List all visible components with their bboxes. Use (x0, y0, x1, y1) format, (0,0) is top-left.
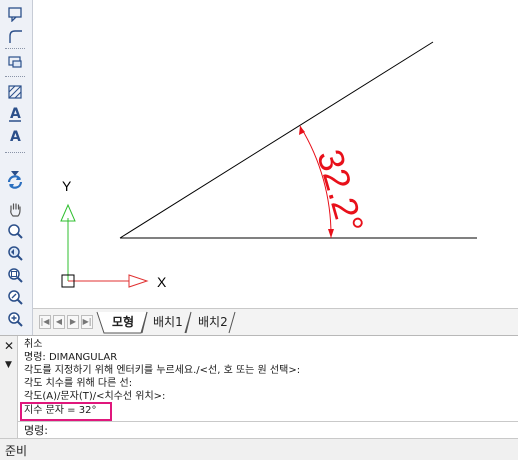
toolbar-separator (5, 48, 25, 49)
fillet-icon[interactable] (4, 26, 26, 46)
drawing-canvas[interactable]: 32.2° Y X (33, 0, 518, 308)
zoom-realtime-icon[interactable] (4, 221, 26, 241)
tab-model[interactable]: 모형 (112, 312, 134, 332)
command-history-line: 각도를 지정하기 위해 엔터키를 누르세요./<선, 호 또는 원 선택>: (24, 365, 301, 376)
status-text: 준비 (5, 444, 28, 458)
command-history-line: 취소 (24, 339, 43, 350)
tab-layout2[interactable]: 배치2 (198, 312, 228, 332)
status-bar: 준비 (0, 438, 518, 460)
ucs-y-label: Y (62, 178, 72, 194)
pan-hand-icon[interactable] (4, 199, 26, 219)
ucs-x-arrow (128, 274, 149, 288)
hatch-icon[interactable] (4, 82, 26, 102)
svg-text:A: A (10, 129, 21, 145)
svg-text:A: A (10, 106, 21, 122)
command-prompt-input[interactable]: 명령: (24, 425, 48, 437)
left-toolbar: A A (0, 0, 33, 335)
text-a-underline-icon[interactable]: A (4, 104, 26, 124)
zoom-in-icon[interactable] (4, 309, 26, 329)
toolbar-separator (5, 76, 25, 77)
command-history-line: 명령: DIMANGULAR (24, 352, 118, 363)
angled-line[interactable] (119, 41, 434, 239)
regen-icon[interactable] (4, 172, 26, 192)
toolbar-separator (5, 152, 25, 153)
ucs-x-label: X (157, 274, 167, 290)
layout-tabs-bar: |◀ ◀ ▶ ▶| 모형 배치1 배치2 (33, 308, 518, 336)
command-window: ✕ ▼ 취소 명령: DIMANGULAR 각도를 지정하기 위해 엔터키를 누… (0, 335, 518, 439)
tab-shapes (96, 311, 236, 334)
highlight-box (20, 402, 112, 421)
close-icon[interactable]: ✕ (4, 339, 14, 353)
region-icon[interactable] (4, 52, 26, 72)
rectangle-callout-icon[interactable] (4, 4, 26, 24)
zoom-dynamic-icon[interactable] (4, 287, 26, 307)
prompt-separator (18, 421, 518, 422)
command-history-line: 각도 치수를 위해 다른 선: (24, 378, 133, 389)
zoom-window-icon[interactable] (4, 265, 26, 285)
drawing-svg: 32.2° Y X (60, 41, 477, 290)
chevron-down-icon[interactable]: ▼ (5, 360, 12, 370)
zoom-previous-icon[interactable] (4, 243, 26, 263)
text-a-icon[interactable]: A (4, 126, 26, 146)
command-window-side: ✕ ▼ (0, 336, 18, 439)
dimension-text[interactable]: 32.2° (309, 145, 372, 237)
tab-layout1[interactable]: 배치1 (153, 312, 183, 332)
